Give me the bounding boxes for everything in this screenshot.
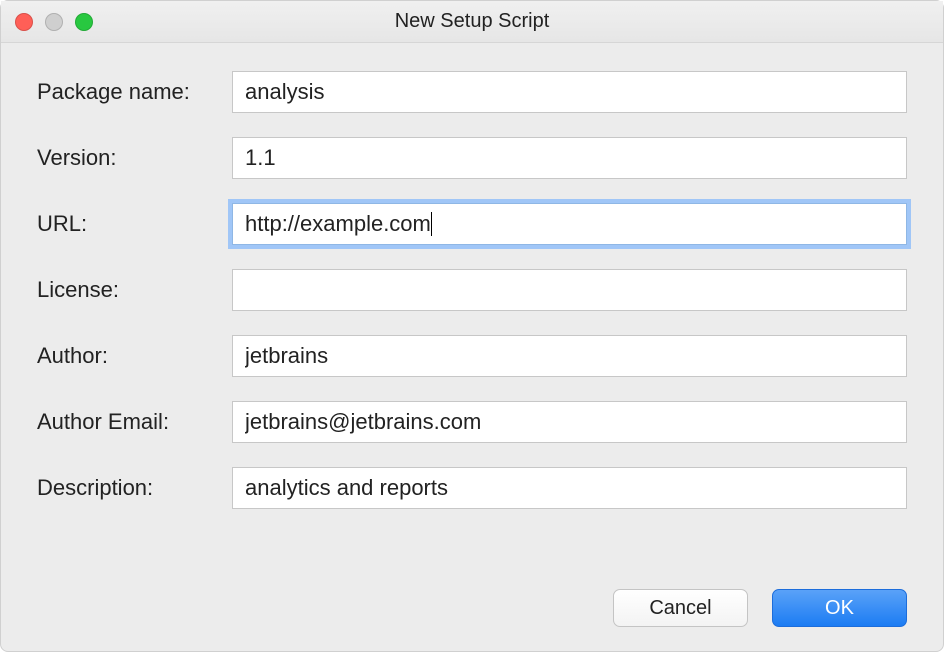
traffic-lights [15,13,93,31]
row-package-name: Package name: [37,71,907,113]
label-version: Version: [37,145,232,171]
maximize-icon[interactable] [75,13,93,31]
row-version: Version: [37,137,907,179]
titlebar: New Setup Script [1,1,943,43]
input-license[interactable] [232,269,907,311]
row-license: License: [37,269,907,311]
row-author: Author: [37,335,907,377]
row-description: Description: [37,467,907,509]
close-icon[interactable] [15,13,33,31]
label-author: Author: [37,343,232,369]
label-url: URL: [37,211,232,237]
input-author[interactable] [232,335,907,377]
dialog-footer: Cancel OK [1,579,943,651]
ok-button[interactable]: OK [772,589,907,627]
cancel-button[interactable]: Cancel [613,589,748,627]
minimize-icon[interactable] [45,13,63,31]
input-url-text: http://example.com [245,211,431,237]
window-title: New Setup Script [1,10,943,33]
row-url: URL: http://example.com [37,203,907,245]
label-description: Description: [37,475,232,501]
input-package-name[interactable] [232,71,907,113]
input-version[interactable] [232,137,907,179]
dialog-window: New Setup Script Package name: Version: … [0,0,944,652]
text-caret-icon [431,212,432,236]
label-package-name: Package name: [37,79,232,105]
label-author-email: Author Email: [37,409,232,435]
row-author-email: Author Email: [37,401,907,443]
input-author-email[interactable] [232,401,907,443]
label-license: License: [37,277,232,303]
input-description[interactable] [232,467,907,509]
form-content: Package name: Version: URL: http://examp… [1,43,943,579]
input-url[interactable]: http://example.com [232,203,907,245]
